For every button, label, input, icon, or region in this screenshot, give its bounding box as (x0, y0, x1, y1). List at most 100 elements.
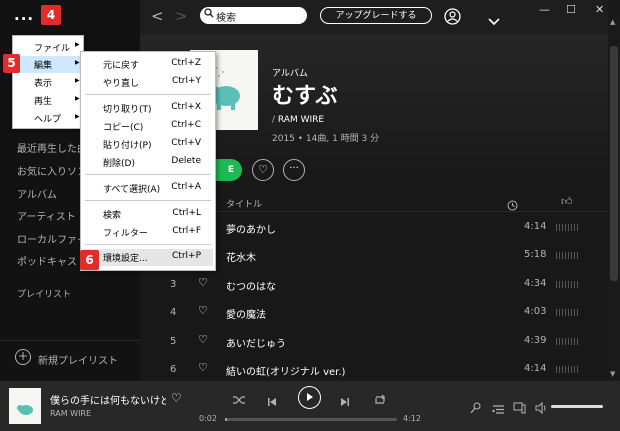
queue-icon[interactable] (492, 400, 505, 419)
elapsed-time: 0:02 (199, 414, 217, 423)
track-duration: 4:03 (524, 306, 547, 317)
submenu-arrow-icon: ▶ (75, 59, 80, 66)
step-badge-6: 6 (80, 250, 99, 270)
volume-icon[interactable] (535, 399, 548, 418)
track-number: 5 (170, 336, 177, 347)
popularity-bar (556, 309, 580, 316)
search-input[interactable]: 検索 (200, 7, 307, 24)
track-number: 3 (170, 279, 177, 290)
scroll-down-icon[interactable]: ▼ (610, 370, 615, 378)
search-value: 検索 (216, 13, 236, 24)
menu-dots-button[interactable]: ... (14, 6, 34, 24)
forward-button[interactable]: > (175, 9, 188, 24)
heart-icon[interactable]: ♡ (198, 361, 208, 374)
shortcut-paste: Ctrl+V (171, 138, 201, 148)
close-button[interactable]: ✕ (595, 3, 604, 16)
heart-icon[interactable]: ♡ (198, 276, 208, 289)
previous-icon[interactable] (267, 392, 277, 411)
playlist-heading: プレイリスト (17, 290, 72, 300)
play-pause-button[interactable] (298, 386, 321, 409)
now-playing-artist[interactable]: RAM WIRE (50, 409, 91, 418)
heart-icon[interactable]: ♡ (252, 159, 274, 181)
main-menu: ファイル ▶ 編集 ▶ 表示 ▶ 再生 ▶ ヘルプ ▶ (12, 35, 84, 129)
track-title: あいだじゅう (226, 339, 286, 350)
menu-item-view[interactable]: 表示 (34, 76, 52, 89)
menu-item-redo[interactable]: やり直し (103, 76, 139, 89)
menu-item-help[interactable]: ヘルプ (34, 112, 61, 125)
menu-item-edit[interactable]: 編集 (34, 58, 52, 71)
back-button[interactable]: < (151, 9, 164, 24)
album-meta: 2015 • 14曲, 1 時間 3 分 (272, 134, 380, 144)
maximize-button[interactable]: ☐ (566, 3, 576, 16)
total-time: 4:12 (403, 414, 421, 423)
tracklist-title-header: タイトル (226, 200, 263, 210)
user-icon[interactable] (444, 8, 461, 29)
shortcut-select-all: Ctrl+A (171, 182, 201, 192)
artist-link[interactable]: RAM WIRE (278, 115, 324, 125)
track-number: 4 (170, 307, 177, 318)
step-badge-4: 4 (41, 5, 61, 25)
volume-slider[interactable] (551, 405, 603, 408)
track-row[interactable]: 3 ♡ むつのはな 4:34 (166, 270, 608, 298)
track-row[interactable]: 4 ♡ 愛の魔法 4:03 (166, 298, 608, 326)
menu-item-copy[interactable]: コピー(C) (103, 120, 143, 133)
track-duration: 4:14 (524, 363, 547, 374)
heart-icon[interactable]: ♡ (171, 391, 182, 405)
edit-submenu: 元に戻す Ctrl+Z やり直し Ctrl+Y 切り取り(T) Ctrl+X コ… (80, 51, 216, 271)
now-playing-title[interactable]: 僕らの手には何もないけど (50, 392, 166, 407)
progress-bar[interactable] (225, 418, 397, 421)
tracklist-header-divider (166, 211, 608, 212)
popularity-bar (556, 338, 580, 345)
chevron-down-icon[interactable] (488, 11, 500, 30)
upgrade-button[interactable]: アップグレードする (320, 7, 432, 24)
shortcut-redo: Ctrl+Y (171, 76, 201, 86)
heart-icon[interactable]: ♡ (198, 333, 208, 346)
microphone-icon[interactable] (470, 399, 481, 418)
track-row[interactable]: 2 ♡ 花水木 5:18 (166, 241, 608, 269)
search-icon (204, 8, 214, 21)
devices-icon[interactable] (513, 399, 526, 418)
scrollbar-thumb[interactable] (610, 46, 618, 281)
album-title: むすぶ (272, 84, 338, 109)
more-options-icon[interactable]: ··· (283, 159, 305, 181)
track-title: 結いの虹(オリジナル ver.) (226, 367, 346, 378)
menu-separator (85, 244, 211, 245)
elephant-icon (17, 405, 33, 415)
next-icon[interactable] (340, 392, 350, 411)
menu-item-delete[interactable]: 削除(D) (103, 156, 135, 169)
menu-separator (85, 200, 211, 201)
popularity-bar (556, 281, 580, 288)
menu-item-undo[interactable]: 元に戻す (103, 58, 139, 71)
track-row[interactable]: 6 ♡ 結いの虹(オリジナル ver.) 4:14 (166, 355, 608, 383)
menu-separator (85, 94, 211, 95)
shortcut-cut: Ctrl+X (171, 102, 201, 112)
step-badge-5: 5 (3, 54, 20, 73)
submenu-arrow-icon: ▶ (75, 95, 80, 102)
now-playing-art (9, 388, 41, 424)
track-duration: 4:14 (524, 221, 547, 232)
play-icon (307, 393, 313, 401)
repeat-icon[interactable] (373, 391, 387, 410)
track-row[interactable]: 5 ♡ あいだじゅう 4:39 (166, 327, 608, 355)
new-playlist-button[interactable]: + 新規プレイリスト (15, 349, 155, 367)
track-duration: 4:34 (524, 278, 547, 289)
menu-item-playback[interactable]: 再生 (34, 94, 52, 107)
track-title: 夢のあかし (226, 225, 276, 236)
minimize-button[interactable]: — (539, 3, 550, 16)
sidebar-divider (0, 340, 140, 341)
progress-fill (225, 418, 227, 421)
plus-circle-icon: + (15, 349, 31, 365)
submenu-arrow-icon: ▶ (75, 77, 80, 84)
scroll-up-icon[interactable]: ▲ (610, 18, 615, 26)
thumbs-up-icon: 👍︎ (561, 195, 573, 208)
new-playlist-label: 新規プレイリスト (38, 356, 118, 367)
menu-item-file[interactable]: ファイル (34, 41, 70, 54)
shortcut-undo: Ctrl+Z (171, 58, 201, 68)
shortcut-delete: Delete (171, 156, 201, 166)
track-row[interactable]: 1 ♡ 夢のあかし 4:14 (166, 213, 608, 241)
track-title: むつのはな (226, 282, 276, 293)
menu-separator (85, 174, 211, 175)
heart-icon[interactable]: ♡ (198, 304, 208, 317)
menu-item-search[interactable]: 検索 (103, 208, 121, 221)
shuffle-icon[interactable] (232, 391, 246, 410)
